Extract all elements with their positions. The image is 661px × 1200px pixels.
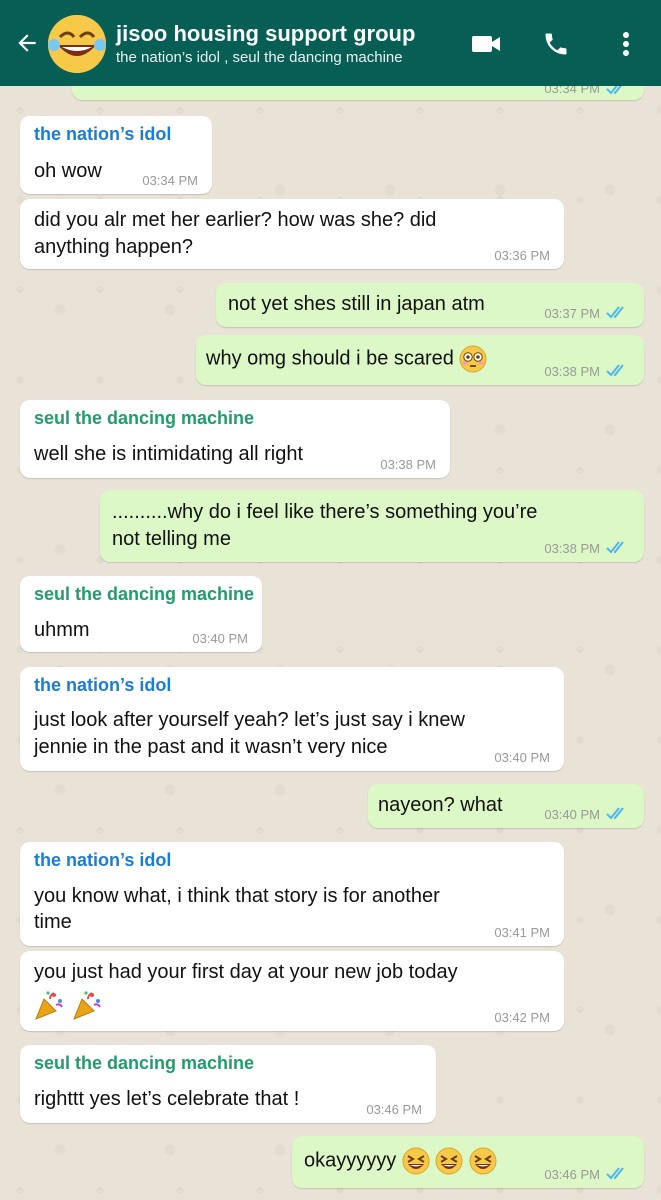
read-ticks-icon (606, 364, 624, 377)
group-participants: the nation’s idol , seul the dancing mac… (116, 49, 403, 66)
sender-name: seul the dancing machine (34, 584, 255, 604)
message-bubble-incoming[interactable]: seul the dancing machine righttt yes let… (20, 1045, 436, 1123)
grinning-squinting-face-icon (402, 1147, 430, 1175)
more-options-button[interactable] (608, 26, 644, 62)
message-time: 03:46 PM (366, 1102, 422, 1117)
message-text: you know what, i think that story is for… (34, 885, 440, 907)
message-text: nayeon? what (378, 794, 503, 816)
sender-name: seul the dancing machine (34, 408, 255, 428)
group-title: jisoo housing support group (116, 21, 416, 46)
message-bubble-outgoing[interactable]: okayyyyyy 03:46 PM (292, 1136, 644, 1188)
message-time: 03:40 PM (192, 631, 248, 646)
message-time: 03:34 PM (142, 173, 198, 188)
message-time: 03:37 PM (544, 306, 600, 321)
message-text: did you alr met her earlier? how was she… (34, 209, 437, 231)
phone-icon (545, 33, 567, 55)
chat-title-area[interactable]: jisoo housing support group the nation’s… (116, 20, 456, 68)
message-time: 03:38 PM (544, 364, 600, 379)
message-bubble-outgoing[interactable]: why omg should i be scared 03:38 PM (196, 335, 644, 385)
grinning-squinting-face-icon (435, 1147, 463, 1175)
message-text: just look after yourself yeah? let’s jus… (34, 709, 465, 731)
message-bubble-outgoing[interactable]: nayeon? what 03:40 PM (368, 784, 644, 828)
message-time: 03:38 PM (380, 457, 436, 472)
video-call-icon (472, 36, 500, 52)
sender-name: seul the dancing machine (34, 1053, 255, 1073)
back-button[interactable] (10, 26, 44, 60)
message-bubble-incoming[interactable]: seul the dancing machine well she is int… (20, 400, 450, 478)
message-text: ..........why do i feel like there’s som… (112, 501, 538, 523)
message-time: 03:42 PM (494, 1010, 550, 1025)
message-bubble-outgoing[interactable]: ..........why do i feel like there’s som… (100, 490, 644, 562)
message-time: 03:40 PM (544, 807, 600, 822)
message-text: not telling me (112, 528, 231, 550)
video-call-button[interactable] (468, 26, 504, 62)
emoji-row (32, 989, 104, 1023)
sender-name: the nation’s idol (34, 124, 172, 144)
message-time: 03:36 PM (494, 248, 550, 263)
message-bubble-outgoing[interactable]: not yet shes still in japan atm 03:37 PM (216, 283, 644, 327)
group-avatar[interactable] (48, 15, 106, 73)
message-text: jennie in the past and it wasn’t very ni… (34, 736, 388, 758)
read-ticks-icon (606, 306, 624, 319)
flushed-face-icon (459, 345, 487, 373)
read-ticks-icon (606, 807, 624, 820)
message-time: 03:38 PM (544, 541, 600, 556)
message-bubble-incoming[interactable]: the nation’s idol you know what, i think… (20, 842, 564, 946)
message-text: okayyyyyy (304, 1149, 397, 1172)
message-time: 03:46 PM (544, 1167, 600, 1182)
party-popper-icon (35, 991, 63, 1020)
message-text: well she is intimidating all right (34, 443, 304, 465)
message-text: time (34, 911, 72, 933)
sender-name: the nation’s idol (34, 675, 172, 695)
read-ticks-icon (606, 541, 624, 554)
read-ticks-icon (606, 1167, 624, 1180)
message-text-line: okayyyyyy (304, 1147, 497, 1175)
chat-header: jisoo housing support group the nation’s… (0, 0, 661, 86)
sender-name: the nation’s idol (34, 850, 172, 870)
message-text: why omg should i be scared (206, 347, 454, 370)
voice-call-button[interactable] (538, 26, 574, 62)
message-time: 03:40 PM (494, 750, 550, 765)
message-time: 03:41 PM (494, 925, 550, 940)
message-text: not yet shes still in japan atm (228, 293, 485, 315)
message-bubble-incoming[interactable]: seul the dancing machine uhmm 03:40 PM (20, 576, 262, 652)
message-text: oh wow (34, 160, 102, 182)
message-text: anything happen? (34, 236, 194, 258)
message-bubble-incoming[interactable]: the nation’s idol oh wow 03:34 PM (20, 116, 212, 194)
message-text: you just had your first day at your new … (34, 961, 458, 983)
party-popper-icon (73, 991, 102, 1020)
more-vert-icon (623, 32, 629, 56)
message-bubble-incoming[interactable]: the nation’s idol just look after yourse… (20, 667, 564, 771)
message-text: righttt yes let’s celebrate that ! (34, 1088, 300, 1110)
message-bubble-incoming[interactable]: did you alr met her earlier? how was she… (20, 199, 564, 269)
back-arrow-icon (18, 34, 36, 52)
grinning-squinting-face-icon (469, 1147, 497, 1175)
message-bubble-incoming[interactable]: you just had your first day at your new … (20, 951, 564, 1031)
message-text-line: why omg should i be scared (206, 345, 487, 373)
message-text: uhmm (34, 619, 90, 641)
laughing-emoji-icon (48, 15, 106, 73)
